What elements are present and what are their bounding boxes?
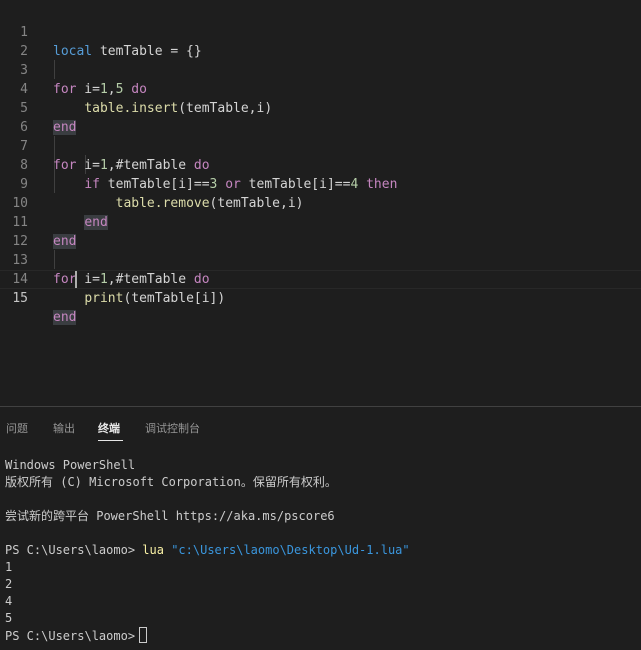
terminal-prompt: PS C:\Users\laomo> [5, 543, 143, 557]
code-line-14[interactable]: 14 print(temTable[i]) [0, 251, 641, 306]
code-line-12[interactable]: 12 [0, 213, 641, 249]
code-line-15[interactable]: 15 end [0, 270, 641, 325]
function-token: print [84, 291, 124, 306]
code-line-6[interactable]: 6 [0, 99, 641, 135]
line-number: 15 [12, 291, 28, 306]
code-line-3[interactable]: 3 for i=1,5 do [0, 42, 641, 97]
code-line-8[interactable]: 8 if temTable[i]==3 or temTable[i]==4 th… [0, 137, 641, 192]
terminal-line: Windows PowerShell [5, 458, 136, 472]
tab-debug-console[interactable]: 调试控制台 [145, 420, 200, 436]
code-line-13[interactable]: 13 for i=1,#temTable do [0, 232, 641, 287]
code-line-9[interactable]: 9 table.remove(temTable,i) [0, 156, 641, 211]
tab-output[interactable]: 输出 [53, 420, 75, 436]
terminal-line: 尝试新的跨平台 PowerShell https://aka.ms/pscore… [5, 509, 335, 523]
code-token: (temTable[i]) [123, 291, 226, 306]
terminal-prompt: PS C:\Users\laomo> [5, 629, 136, 643]
terminal-argument: "c:\Users\laomo\Desktop\Ud-1.lua" [171, 543, 410, 557]
code-line-11[interactable]: 11 end [0, 194, 641, 249]
code-line-4[interactable]: 4 table.insert(temTable,i) [0, 61, 641, 116]
code-text: print(temTable[i]) [53, 289, 225, 308]
code-text: end [53, 308, 77, 327]
bottom-panel: 问题 输出 终端 调试控制台 Windows PowerShell 版权所有 (… [0, 406, 641, 650]
terminal-prompt-line: PS C:\Users\laomo> [5, 627, 148, 645]
code-editor[interactable]: 1 local temTable = {} 2 3 for i=1,5 do 4… [0, 0, 641, 406]
terminal-command-line: PS C:\Users\laomo> lua "c:\Users\laomo\D… [5, 542, 410, 559]
terminal-cursor[interactable] [139, 627, 148, 643]
code-line-1[interactable]: 1 local temTable = {} [0, 4, 641, 59]
terminal-output-line: 4 [5, 594, 13, 608]
active-tab-indicator [98, 440, 123, 441]
terminal-output-line: 2 [5, 577, 13, 591]
code-line-2[interactable]: 2 [0, 23, 641, 59]
keyword-end: end [53, 310, 77, 325]
terminal-command: lua [142, 543, 164, 557]
tab-problems[interactable]: 问题 [6, 420, 28, 436]
terminal-output-line: 1 [5, 560, 13, 574]
terminal-line: 版权所有 (C) Microsoft Corporation。保留所有权利。 [5, 475, 337, 489]
code-line-7[interactable]: 7 for i=1,#temTable do [0, 118, 641, 173]
code-line-5[interactable]: 5 end [0, 80, 641, 135]
tab-terminal[interactable]: 终端 [98, 420, 120, 436]
code-line-10[interactable]: 10 end [0, 175, 641, 230]
text-cursor [75, 271, 77, 288]
terminal-output-line: 5 [5, 611, 13, 625]
